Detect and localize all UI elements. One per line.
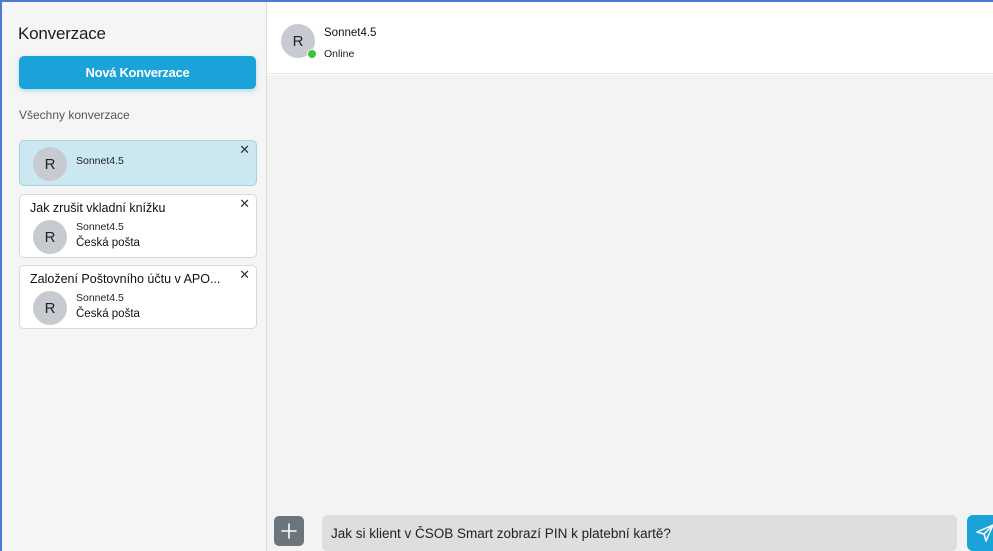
sidebar-title: Konverzace bbox=[18, 24, 106, 43]
chat-model-name: Sonnet4.5 bbox=[324, 27, 377, 39]
send-button[interactable] bbox=[967, 515, 993, 551]
conversation-title: Založení Poštovního účtu v APO... bbox=[30, 272, 221, 286]
conversation-item[interactable]: ✕ Založení Poštovního účtu v APO... R So… bbox=[19, 265, 257, 329]
message-input[interactable] bbox=[322, 515, 957, 551]
conversation-title: Jak zrušit vkladní knížku bbox=[30, 201, 166, 215]
app-window: Konverzace Nová Konverzace Všechny konve… bbox=[0, 0, 993, 551]
plus-icon bbox=[281, 523, 297, 539]
close-icon[interactable]: ✕ bbox=[239, 197, 250, 211]
conversation-model-name: Sonnet4.5 bbox=[76, 155, 124, 167]
chat-header: R Sonnet4.5 Online bbox=[267, 2, 993, 74]
online-status-icon bbox=[307, 49, 317, 59]
conversation-subtitle: Česká pošta bbox=[76, 308, 140, 320]
sidebar: Konverzace Nová Konverzace Všechny konve… bbox=[2, 2, 267, 551]
close-icon[interactable]: ✕ bbox=[239, 268, 250, 282]
conversation-model-name: Sonnet4.5 bbox=[76, 221, 124, 233]
avatar: R bbox=[33, 220, 67, 254]
avatar: R bbox=[33, 147, 67, 181]
add-attachment-button[interactable] bbox=[274, 516, 304, 546]
chat-status: Online bbox=[324, 48, 355, 60]
conversation-subtitle: Česká pošta bbox=[76, 237, 140, 249]
avatar: R bbox=[33, 291, 67, 325]
new-conversation-button[interactable]: Nová Konverzace bbox=[19, 56, 256, 89]
conversation-item[interactable]: ✕ Jak zrušit vkladní knížku R Sonnet4.5 … bbox=[19, 194, 257, 258]
conversation-item-active[interactable]: ✕ R Sonnet4.5 bbox=[19, 140, 257, 186]
send-icon bbox=[976, 524, 993, 542]
conversation-model-name: Sonnet4.5 bbox=[76, 292, 124, 304]
message-area bbox=[267, 75, 993, 551]
close-icon[interactable]: ✕ bbox=[239, 143, 250, 157]
all-conversations-label: Všechny konverzace bbox=[19, 108, 130, 122]
